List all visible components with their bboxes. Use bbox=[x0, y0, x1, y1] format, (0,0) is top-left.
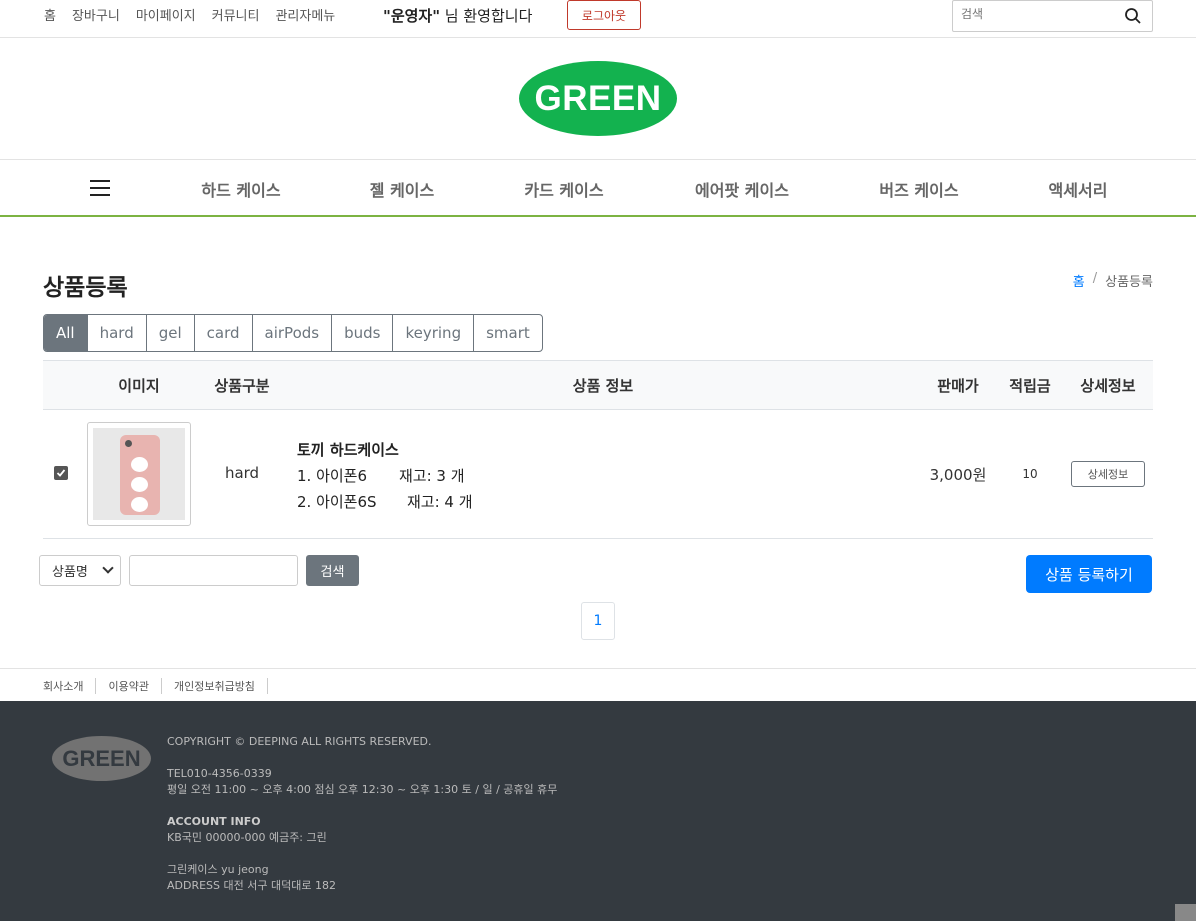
table-header: 이미지 상품구분 상품 정보 판매가 적립금 상세정보 bbox=[43, 360, 1153, 410]
footer-links: 회사소개 이용약관 개인정보취급방침 bbox=[0, 668, 1196, 701]
menu-icon[interactable] bbox=[90, 180, 110, 196]
scroll-corner bbox=[1175, 904, 1196, 921]
category-buds-case[interactable]: 버즈 케이스 bbox=[879, 177, 958, 201]
footer-account-title: ACCOUNT INFO bbox=[167, 815, 261, 828]
footer-tel: TEL010-4356-0339 bbox=[167, 767, 272, 780]
header-info: 상품 정보 bbox=[572, 377, 634, 395]
check-icon bbox=[56, 469, 66, 477]
select-value: 상품명 bbox=[52, 565, 88, 580]
filter-buds[interactable]: buds bbox=[332, 315, 394, 351]
footer-link-about[interactable]: 회사소개 bbox=[43, 678, 97, 694]
option-model: 2. 아이폰6S bbox=[297, 493, 377, 511]
top-nav-mypage[interactable]: 마이페이지 bbox=[136, 5, 196, 24]
breadcrumb: 홈 / 상품등록 bbox=[1073, 271, 1153, 290]
top-nav-admin[interactable]: 관리자메뉴 bbox=[275, 5, 335, 24]
site-logo[interactable]: GREEN bbox=[519, 61, 677, 136]
top-nav-cart[interactable]: 장바구니 bbox=[72, 5, 120, 24]
row-checkbox[interactable] bbox=[54, 466, 68, 480]
footer-link-terms[interactable]: 이용약관 bbox=[96, 678, 162, 694]
category-airpods-case[interactable]: 에어팟 케이스 bbox=[695, 177, 789, 201]
chevron-down-icon bbox=[102, 562, 114, 574]
header-detail: 상세정보 bbox=[1080, 377, 1136, 395]
table-row: hard 토끼 하드케이스 1. 아이폰6 재고: 3 개 2. 아이폰6S 재고:… bbox=[43, 410, 1153, 539]
option-stock: 재고: 4 개 bbox=[407, 493, 473, 511]
welcome-message: "운영자" 님 환영합니다 bbox=[383, 5, 532, 26]
header-image: 이미지 bbox=[118, 377, 160, 395]
top-bar: 홈 장바구니 마이페이지 커뮤니티 관리자메뉴 "운영자" 님 환영합니다 로그… bbox=[0, 0, 1196, 38]
product-price: 3,000원 bbox=[929, 466, 987, 484]
category-filter-group: All hard gel card airPods buds keyring s… bbox=[43, 314, 543, 352]
page-title: 상품등록 bbox=[43, 275, 128, 301]
product-name: 토끼 하드케이스 bbox=[297, 441, 399, 459]
footer-hours: 평일 오전 11:00 ~ 오후 4:00 점심 오후 12:30 ~ 오후 1… bbox=[167, 783, 558, 796]
filter-hard[interactable]: hard bbox=[88, 315, 147, 351]
footer-company: 그린케이스 yu jeong bbox=[167, 863, 269, 876]
footer-logo: GREEN bbox=[52, 736, 151, 781]
logo-area: GREEN bbox=[0, 38, 1196, 160]
product-search-button[interactable]: 검색 bbox=[306, 555, 359, 586]
filter-gel[interactable]: gel bbox=[147, 315, 195, 351]
product-info: 토끼 하드케이스 1. 아이폰6 재고: 3 개 2. 아이폰6S 재고: 4 개 bbox=[297, 437, 473, 515]
search-icon[interactable] bbox=[1124, 7, 1142, 25]
detail-button[interactable]: 상세정보 bbox=[1071, 461, 1145, 487]
option-stock: 재고: 3 개 bbox=[399, 467, 465, 485]
category-gel-case[interactable]: 젤 케이스 bbox=[370, 177, 434, 201]
breadcrumb-current: 상품등록 bbox=[1105, 275, 1153, 290]
filter-smart[interactable]: smart bbox=[474, 315, 542, 351]
top-nav-home[interactable]: 홈 bbox=[44, 5, 56, 24]
top-nav: 홈 장바구니 마이페이지 커뮤니티 관리자메뉴 bbox=[44, 5, 335, 24]
footer-address: ADDRESS 대전 서구 대덕대로 182 bbox=[167, 879, 336, 892]
filter-all[interactable]: All bbox=[44, 315, 88, 351]
category-hard-case[interactable]: 하드 케이스 bbox=[201, 177, 280, 201]
filter-airpods[interactable]: airPods bbox=[253, 315, 333, 351]
category-nav: 하드 케이스 젤 케이스 카드 케이스 에어팟 케이스 버즈 케이스 액세서리 bbox=[0, 160, 1196, 217]
footer-copyright: COPYRIGHT © DEEPING ALL RIGHTS RESERVED. bbox=[167, 735, 432, 748]
footer-account: KB국민 00000-000 예금주: 그린 bbox=[167, 831, 327, 844]
welcome-user: "운영자" bbox=[383, 7, 441, 25]
product-point: 10 bbox=[1022, 467, 1038, 481]
register-product-button[interactable]: 상품 등록하기 bbox=[1026, 555, 1152, 593]
breadcrumb-separator: / bbox=[1092, 271, 1098, 286]
filter-keyring[interactable]: keyring bbox=[393, 315, 475, 351]
header-price: 판매가 bbox=[937, 377, 979, 395]
footer: GREEN COPYRIGHT © DEEPING ALL RIGHTS RES… bbox=[0, 701, 1196, 921]
header-type: 상품구분 bbox=[214, 377, 270, 395]
filter-card[interactable]: card bbox=[195, 315, 253, 351]
footer-link-privacy[interactable]: 개인정보취급방침 bbox=[162, 678, 268, 694]
product-thumbnail[interactable] bbox=[87, 422, 191, 526]
product-search-input[interactable] bbox=[129, 555, 298, 586]
welcome-suffix: 님 환영합니다 bbox=[440, 7, 533, 25]
header-point: 적립금 bbox=[1009, 377, 1051, 395]
product-type: hard bbox=[224, 464, 260, 482]
logout-button[interactable]: 로그아웃 bbox=[567, 0, 641, 30]
breadcrumb-home[interactable]: 홈 bbox=[1073, 271, 1085, 290]
category-accessory[interactable]: 액세서리 bbox=[1049, 177, 1108, 201]
phone-case-image bbox=[120, 435, 160, 515]
footer-info: COPYRIGHT © DEEPING ALL RIGHTS RESERVED.… bbox=[167, 734, 557, 894]
category-card-case[interactable]: 카드 케이스 bbox=[524, 177, 603, 201]
page-number[interactable]: 1 bbox=[581, 602, 615, 640]
option-model: 1. 아이폰6 bbox=[297, 467, 368, 485]
top-nav-community[interactable]: 커뮤니티 bbox=[212, 5, 260, 24]
search-field-select[interactable]: 상품명 bbox=[39, 555, 121, 586]
search-box bbox=[952, 0, 1153, 32]
search-input[interactable] bbox=[961, 7, 1121, 21]
